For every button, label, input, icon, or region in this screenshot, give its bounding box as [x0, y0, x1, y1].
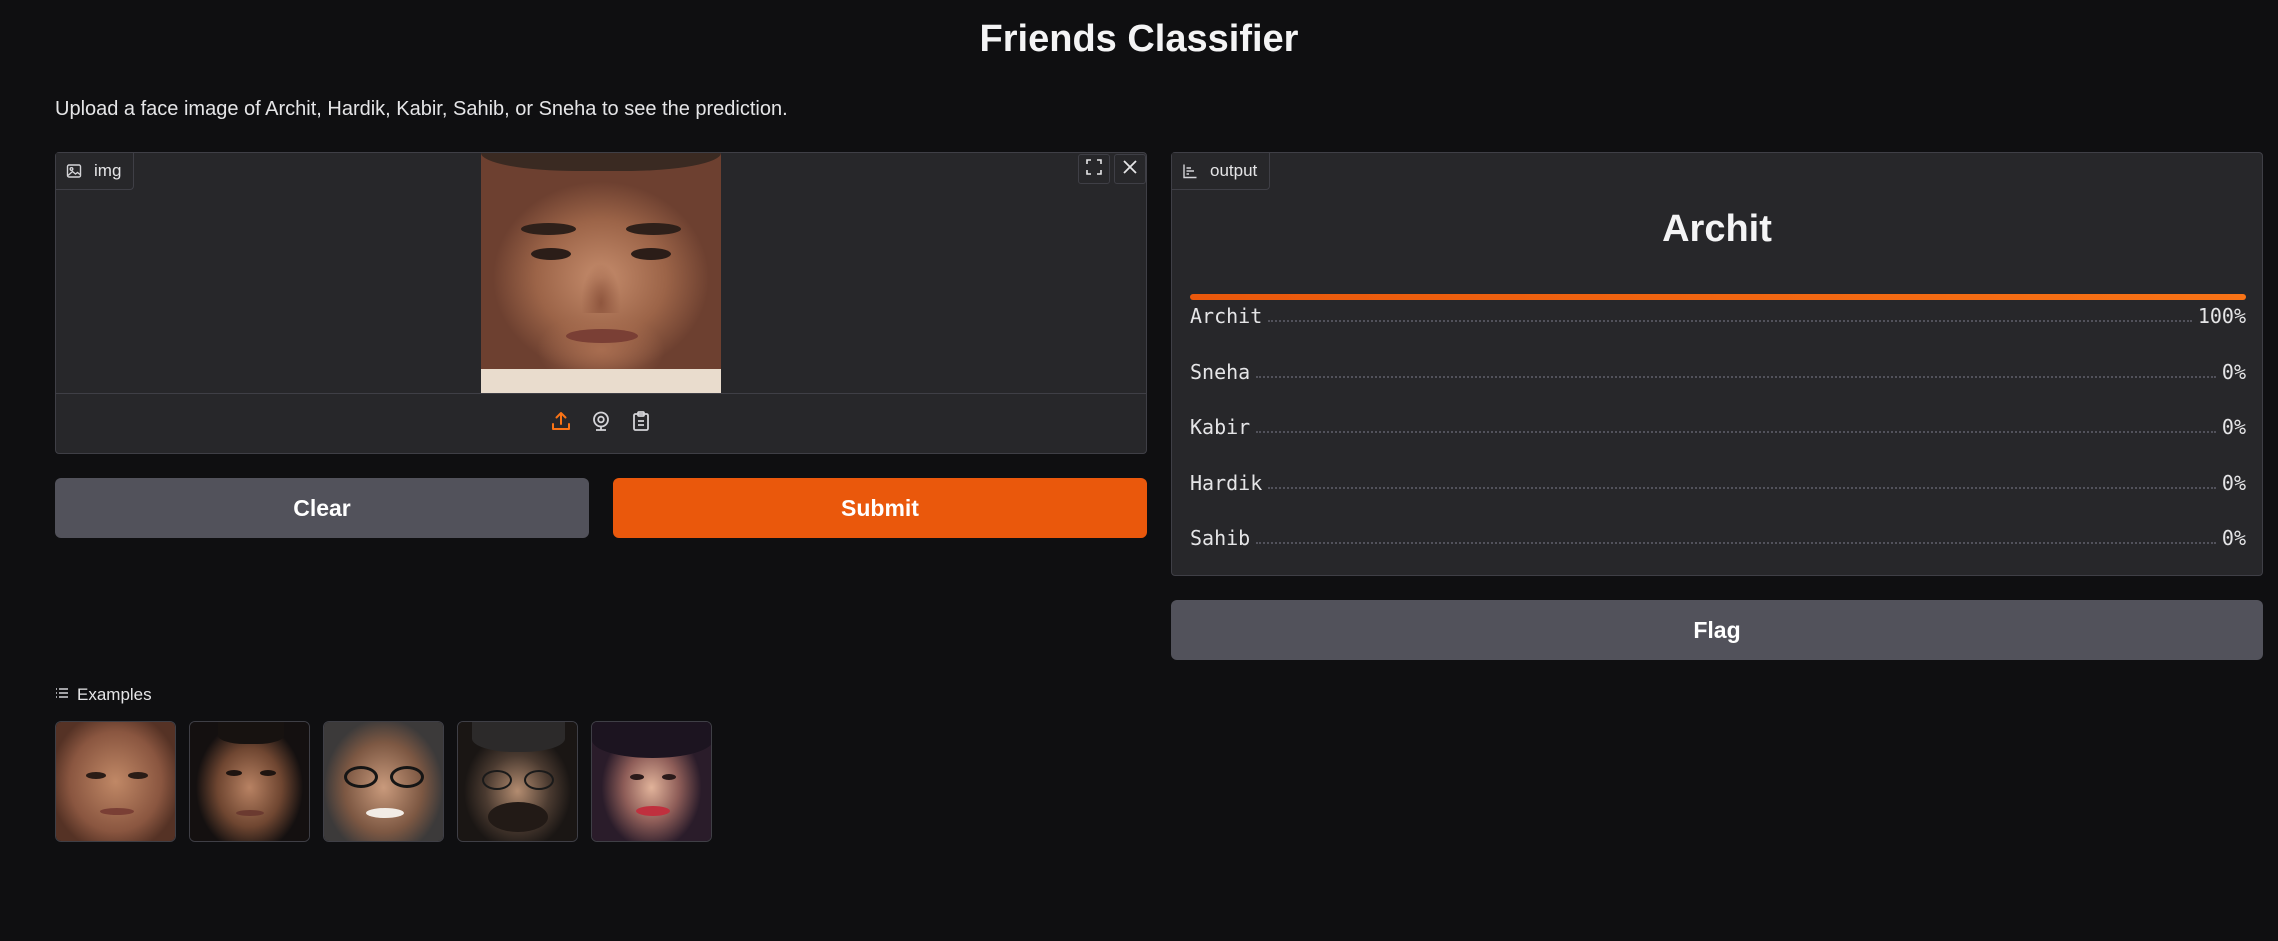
example-thumbnail[interactable] — [323, 721, 444, 842]
upload-icon — [550, 410, 572, 437]
list-icon — [55, 685, 69, 705]
dotted-leader — [1256, 375, 2216, 378]
confidence-class-name: Sahib — [1190, 526, 1251, 550]
confidence-line: Sneha 0% — [1190, 360, 2246, 384]
confidence-line: Sahib 0% — [1190, 526, 2246, 550]
examples-header: Examples — [55, 685, 152, 705]
confidence-percent: 0% — [2221, 470, 2246, 495]
output-panel: output Archit Archit 100% Sneha 0% Kabir 0% Ha… — [1171, 152, 2263, 576]
confidence-row: Archit 100% — [1190, 294, 2246, 350]
flag-button[interactable]: Flag — [1171, 600, 2263, 660]
examples-label: Examples — [77, 685, 152, 704]
image-dropzone[interactable] — [56, 153, 1146, 393]
confidence-line: Archit 100% — [1190, 304, 2246, 328]
dotted-leader — [1268, 486, 2216, 489]
confidence-class-name: Kabir — [1190, 415, 1251, 439]
input-label-tag: img — [56, 153, 135, 190]
page-description: Upload a face image of Archit, Hardik, K… — [55, 98, 788, 120]
example-thumbnail[interactable] — [591, 721, 712, 842]
page-title: Friends Classifier — [979, 18, 1299, 60]
confidence-percent: 0% — [2221, 526, 2246, 550]
dotted-leader — [1268, 320, 2192, 322]
confidence-row: Hardik 0% — [1190, 461, 2246, 517]
image-icon — [66, 163, 82, 179]
confidence-class-name: Archit — [1190, 304, 1263, 328]
confidence-bar — [1190, 294, 2246, 300]
input-label: img — [94, 161, 122, 180]
confidence-percent: 0% — [2221, 415, 2246, 439]
confidence-line: Hardik 0% — [1190, 471, 2246, 495]
image-input-panel[interactable]: img — [55, 152, 1147, 454]
confidence-percent: 100% — [2197, 304, 2246, 328]
source-selector — [56, 393, 1146, 453]
confidence-class-name: Hardik — [1190, 470, 1263, 495]
submit-button[interactable]: Submit — [613, 478, 1147, 538]
clipboard-icon — [630, 410, 652, 437]
confidence-line: Kabir 0% — [1190, 415, 2246, 439]
upload-source-button[interactable] — [549, 412, 573, 436]
clear-image-button[interactable] — [1114, 154, 1146, 184]
bar-chart-icon — [1182, 163, 1198, 179]
example-thumbnail[interactable] — [457, 721, 578, 842]
examples-gallery — [55, 721, 712, 842]
confidence-row: Sahib 0% — [1190, 516, 2246, 572]
confidence-row: Sneha 0% — [1190, 350, 2246, 406]
dotted-leader — [1256, 431, 2216, 433]
output-label-tag: output — [1172, 153, 1271, 190]
fullscreen-button[interactable] — [1078, 154, 1110, 184]
close-icon — [1121, 158, 1139, 181]
predicted-label: Archit — [1662, 208, 1772, 250]
clipboard-source-button[interactable] — [629, 410, 653, 437]
uploaded-image-preview — [481, 153, 721, 393]
confidence-class-name: Sneha — [1190, 359, 1251, 384]
confidence-row: Kabir 0% — [1190, 405, 2246, 461]
dotted-leader — [1256, 542, 2216, 544]
confidence-percent: 0% — [2221, 359, 2246, 384]
example-thumbnail[interactable] — [55, 721, 176, 842]
webcam-source-button[interactable] — [589, 410, 613, 437]
fullscreen-icon — [1085, 158, 1103, 181]
output-label: output — [1210, 161, 1258, 180]
clear-button[interactable]: Clear — [55, 478, 589, 538]
confidence-list: Archit 100% Sneha 0% Kabir 0% Hardik 0% Sahib 0% — [1190, 294, 2246, 572]
webcam-icon — [590, 410, 612, 437]
example-thumbnail[interactable] — [189, 721, 310, 842]
